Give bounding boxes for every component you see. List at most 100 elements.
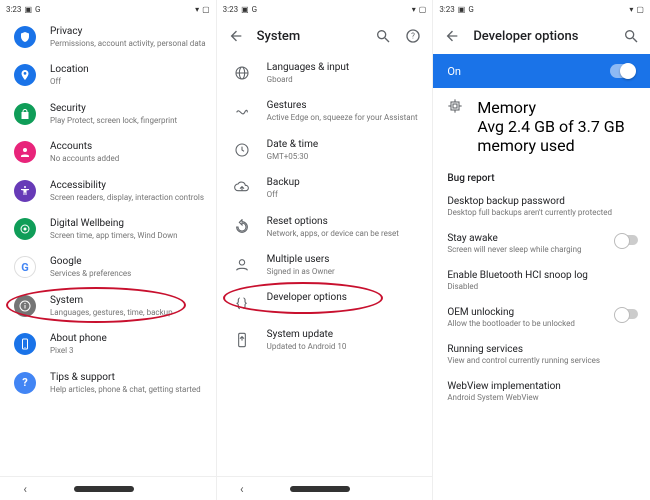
section-bug-report[interactable]: Bug report bbox=[433, 165, 650, 188]
dev-running-services[interactable]: Running services View and control curren… bbox=[433, 336, 650, 373]
system-reset[interactable]: Reset optionsNetwork, apps, or device ca… bbox=[217, 208, 433, 246]
setting-label: System bbox=[50, 294, 206, 307]
page-title: Developer options bbox=[473, 29, 610, 44]
dev-list: MemoryAvg 2.4 GB of 3.7 GB memory used B… bbox=[433, 88, 650, 500]
page-title: System bbox=[257, 29, 363, 44]
setting-sub: Active Edge on, squeeze for your Assista… bbox=[267, 113, 423, 123]
system-backup[interactable]: BackupOff bbox=[217, 169, 433, 207]
setting-sub: Permissions, account activity, personal … bbox=[50, 39, 206, 49]
setting-accessibility[interactable]: AccessibilityScreen readers, display, in… bbox=[0, 172, 216, 210]
setting-label: Google bbox=[50, 255, 206, 268]
setting-wellbeing[interactable]: Digital WellbeingScreen time, app timers… bbox=[0, 210, 216, 248]
setting-sub: No accounts added bbox=[50, 154, 206, 164]
setting-sub: View and control currently running servi… bbox=[447, 356, 636, 365]
setting-sub: Desktop full backups aren't currently pr… bbox=[447, 208, 636, 217]
status-battery-icon: ▢ bbox=[202, 5, 210, 14]
status-battery-icon: ▢ bbox=[636, 5, 644, 14]
app-bar: Developer options bbox=[433, 18, 650, 54]
three-screen-row: 3:23 ▣ G ▾ ▢ PrivacyPermissions, account… bbox=[0, 0, 650, 500]
status-signal-icon: ▾ bbox=[412, 5, 416, 14]
screen-system: 3:23 ▣ G ▾ ▢ System ? Languages & inputG… bbox=[217, 0, 434, 500]
status-g-icon: G bbox=[468, 5, 473, 14]
nav-home-pill[interactable] bbox=[74, 486, 134, 492]
setting-sub: Gboard bbox=[267, 75, 423, 85]
setting-label: Desktop backup password bbox=[447, 196, 636, 207]
braces-icon: { } bbox=[231, 292, 253, 314]
setting-sub: Screen time, app timers, Wind Down bbox=[50, 231, 206, 241]
nav-back-icon[interactable]: ‹ bbox=[240, 482, 244, 496]
setting-google[interactable]: G GoogleServices & preferences bbox=[0, 248, 216, 286]
dev-memory[interactable]: MemoryAvg 2.4 GB of 3.7 GB memory used bbox=[433, 88, 650, 165]
setting-label: Digital Wellbeing bbox=[50, 217, 206, 230]
system-multi-users[interactable]: Multiple usersSigned in as Owner bbox=[217, 246, 433, 284]
app-bar: System ? bbox=[217, 18, 433, 54]
setting-sub: GMT+05:30 bbox=[267, 152, 423, 162]
system-languages[interactable]: Languages & inputGboard bbox=[217, 54, 433, 92]
setting-privacy[interactable]: PrivacyPermissions, account activity, pe… bbox=[0, 18, 216, 56]
setting-label: Stay awake bbox=[447, 233, 636, 244]
setting-label: Accessibility bbox=[50, 179, 206, 192]
lock-icon bbox=[14, 103, 36, 125]
setting-sub: Screen readers, display, interaction con… bbox=[50, 193, 206, 203]
globe-icon bbox=[231, 62, 253, 84]
setting-sub: Languages, gestures, time, backup bbox=[50, 308, 206, 318]
setting-sub: Help articles, phone & chat, getting sta… bbox=[50, 385, 206, 395]
backup-icon bbox=[231, 177, 253, 199]
system-gestures[interactable]: GesturesActive Edge on, squeeze for your… bbox=[217, 92, 433, 130]
setting-label: Accounts bbox=[50, 140, 206, 153]
setting-sub: Play Protect, screen lock, fingerprint bbox=[50, 116, 206, 126]
system-developer-options[interactable]: { } Developer options bbox=[217, 284, 433, 321]
dev-bt-snoop[interactable]: Enable Bluetooth HCI snoop log Disabled bbox=[433, 262, 650, 299]
accessibility-icon bbox=[14, 180, 36, 202]
back-button[interactable] bbox=[443, 27, 461, 45]
setting-sub: Allow the bootloader to be unlocked bbox=[447, 319, 636, 328]
system-update[interactable]: System updateUpdated to Android 10 bbox=[217, 321, 433, 359]
switch-off-icon[interactable] bbox=[616, 235, 638, 245]
system-date-time[interactable]: Date & timeGMT+05:30 bbox=[217, 131, 433, 169]
wellbeing-icon bbox=[14, 218, 36, 240]
master-toggle[interactable]: On bbox=[433, 54, 650, 88]
setting-label: Gestures bbox=[267, 99, 423, 112]
dev-stay-awake[interactable]: Stay awake Screen will never sleep while… bbox=[433, 225, 650, 262]
setting-security[interactable]: SecurityPlay Protect, screen lock, finge… bbox=[0, 95, 216, 133]
setting-tips[interactable]: ? Tips & supportHelp articles, phone & c… bbox=[0, 364, 216, 402]
search-button[interactable] bbox=[622, 27, 640, 45]
setting-sub: Network, apps, or device can be reset bbox=[267, 229, 423, 239]
nav-back-icon[interactable]: ‹ bbox=[23, 482, 27, 496]
switch-on-icon[interactable] bbox=[610, 64, 636, 78]
setting-sub: Disabled bbox=[447, 282, 636, 291]
dev-webview[interactable]: WebView implementation Android System We… bbox=[433, 373, 650, 410]
setting-system[interactable]: SystemLanguages, gestures, time, backup bbox=[0, 287, 216, 325]
setting-accounts[interactable]: AccountsNo accounts added bbox=[0, 133, 216, 171]
help-button[interactable]: ? bbox=[404, 27, 422, 45]
gesture-icon bbox=[231, 100, 253, 122]
screen-developer: 3:23 ▣ G ▾ ▢ Developer options On Memory… bbox=[433, 0, 650, 500]
pin-icon bbox=[14, 64, 36, 86]
switch-off-icon[interactable] bbox=[616, 309, 638, 319]
setting-about-phone[interactable]: About phonePixel 3 bbox=[0, 325, 216, 363]
setting-sub: Android System WebView bbox=[447, 393, 636, 402]
nav-bar: ‹ bbox=[0, 476, 216, 500]
setting-label: OEM unlocking bbox=[447, 307, 636, 318]
setting-sub: Off bbox=[267, 190, 423, 200]
setting-label: Tips & support bbox=[50, 371, 206, 384]
nav-home-pill[interactable] bbox=[290, 486, 350, 492]
setting-label: Enable Bluetooth HCI snoop log bbox=[447, 270, 636, 281]
status-time: 3:23 bbox=[439, 5, 454, 14]
setting-sub: Off bbox=[50, 77, 206, 87]
setting-location[interactable]: LocationOff bbox=[0, 56, 216, 94]
dev-oem-unlocking[interactable]: OEM unlocking Allow the bootloader to be… bbox=[433, 299, 650, 336]
clock-icon bbox=[231, 139, 253, 161]
setting-sub: Signed in as Owner bbox=[267, 267, 423, 277]
setting-label: About phone bbox=[50, 332, 206, 345]
status-signal-icon: ▾ bbox=[195, 5, 199, 14]
shield-icon bbox=[14, 26, 36, 48]
setting-sub: Services & preferences bbox=[50, 269, 206, 279]
search-button[interactable] bbox=[374, 27, 392, 45]
dev-desktop-backup[interactable]: Desktop backup password Desktop full bac… bbox=[433, 188, 650, 225]
system-list: Languages & inputGboard GesturesActive E… bbox=[217, 54, 433, 476]
setting-label: Running services bbox=[447, 344, 636, 355]
update-icon bbox=[231, 329, 253, 351]
status-bar: 3:23 ▣ G ▾ ▢ bbox=[217, 0, 433, 18]
back-button[interactable] bbox=[227, 27, 245, 45]
